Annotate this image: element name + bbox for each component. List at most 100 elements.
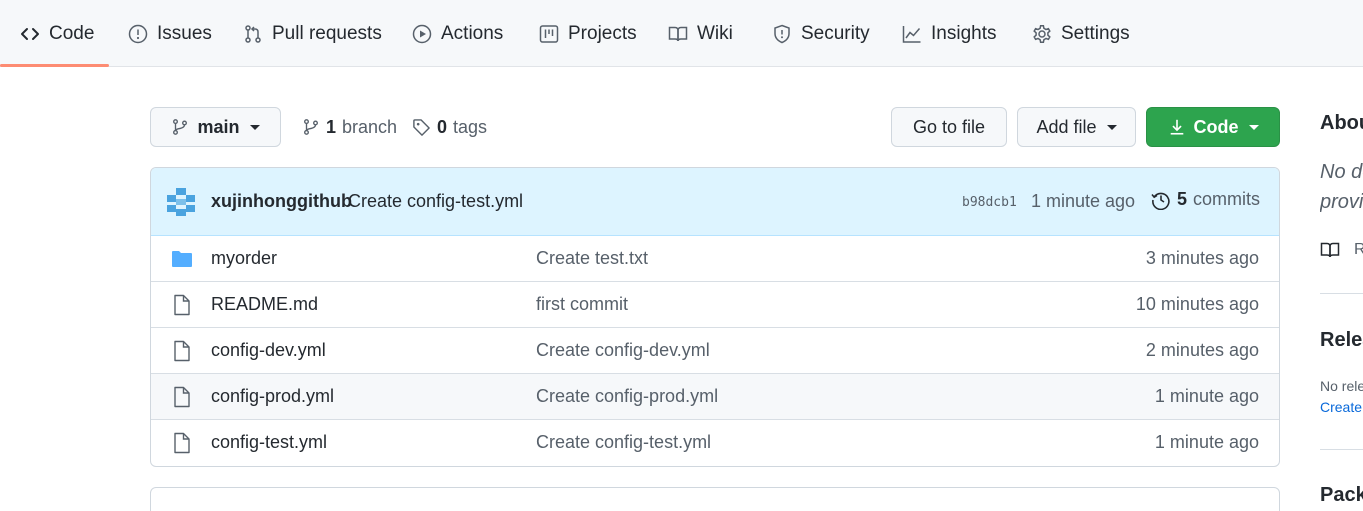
branch-count: 1 [326, 116, 337, 137]
add-file-button[interactable]: Add file [1017, 107, 1136, 147]
file-list-box: xujinhonggithub Create config-test.yml b… [150, 167, 1280, 467]
pull-request-icon [245, 24, 261, 43]
file-name[interactable]: config-test.yml [211, 432, 327, 453]
tags-link[interactable]: 0 tags [412, 112, 487, 142]
code-clone-button[interactable]: Code [1146, 107, 1280, 147]
tab-label: Projects [568, 22, 637, 44]
commit-time: 1 minute ago [1031, 191, 1136, 211]
add-file-label: Add file [1036, 116, 1097, 137]
readme-link-label: R [1354, 241, 1363, 258]
tab-actions[interactable]: Actions [412, 0, 503, 67]
file-icon [174, 294, 190, 316]
tab-code[interactable]: Code [20, 0, 94, 67]
tab-label: Code [49, 22, 95, 44]
download-icon [1170, 119, 1183, 135]
tab-insights[interactable]: Insights [902, 0, 996, 67]
file-name[interactable]: config-prod.yml [211, 386, 334, 407]
divider [1320, 449, 1363, 450]
file-commit-message[interactable]: Create config-dev.yml [536, 340, 710, 361]
selected-tab-underline [0, 64, 109, 67]
create-release-link[interactable]: Create [1320, 399, 1362, 415]
folder-icon [172, 251, 192, 267]
git-branch-icon [173, 119, 188, 135]
commits-history-link[interactable]: 5 commits [1151, 189, 1260, 210]
tag-icon [413, 118, 430, 136]
branch-word: branch [342, 116, 398, 137]
file-commit-message[interactable]: Create config-test.yml [536, 432, 711, 453]
tab-label: Security [801, 22, 870, 44]
file-row[interactable]: config-prod.yml Create config-prod.yml 1… [151, 373, 1279, 419]
tab-label: Settings [1061, 22, 1130, 44]
tab-pull-requests[interactable]: Pull requests [243, 0, 382, 67]
tab-wiki[interactable]: Wiki [668, 0, 733, 67]
repo-sidebar: Abou No de provi R Relea No rele Create … [1320, 0, 1363, 511]
tab-label: Pull requests [272, 22, 382, 44]
tab-label: Insights [931, 22, 997, 44]
chevron-down-icon [1248, 124, 1259, 130]
tab-label: Actions [441, 22, 504, 44]
file-icon [174, 340, 190, 362]
tab-label: Wiki [697, 22, 733, 44]
file-row[interactable]: myorder Create test.txt 3 minutes ago [151, 236, 1279, 282]
shield-icon [774, 24, 790, 43]
file-commit-time: 1 minute ago [1154, 432, 1259, 452]
file-commit-time: 10 minutes ago [1135, 294, 1259, 314]
file-row[interactable]: config-test.yml Create config-test.yml 1… [151, 419, 1279, 465]
chevron-down-icon [249, 124, 260, 130]
code-icon [21, 27, 39, 40]
history-icon [1151, 192, 1170, 210]
file-row[interactable]: config-dev.yml Create config-dev.yml 2 m… [151, 327, 1279, 373]
file-commit-time: 1 minute ago [1154, 386, 1259, 406]
tab-security[interactable]: Security [772, 0, 870, 67]
readme-box [150, 487, 1280, 511]
file-icon [174, 386, 190, 408]
about-heading: Abou [1320, 112, 1363, 134]
about-description: No de [1320, 161, 1363, 183]
avatar[interactable] [167, 188, 195, 216]
play-icon [412, 24, 432, 43]
file-name[interactable]: README.md [211, 294, 318, 315]
branch-select-button[interactable]: main [150, 107, 281, 147]
commit-word: commits [1193, 189, 1261, 209]
readme-link[interactable]: R [1320, 240, 1363, 260]
commit-author[interactable]: xujinhonggithub [211, 191, 352, 212]
commit-message[interactable]: Create config-test.yml [348, 191, 523, 212]
branch-name: main [197, 116, 240, 137]
tag-word: tags [453, 116, 488, 137]
file-icon [174, 432, 190, 454]
tab-settings[interactable]: Settings [1032, 0, 1130, 67]
tab-projects[interactable]: Projects [539, 0, 637, 67]
project-icon [539, 24, 559, 43]
issue-icon [128, 24, 148, 43]
git-branch-icon [304, 119, 318, 135]
tab-issues[interactable]: Issues [128, 0, 212, 67]
commit-sha[interactable]: b98dcb1 [962, 195, 1017, 210]
packages-heading[interactable]: Packa [1320, 484, 1363, 507]
gear-icon [1033, 24, 1051, 43]
commit-count: 5 [1177, 189, 1188, 209]
releases-heading[interactable]: Relea [1320, 329, 1363, 352]
book-icon [1320, 242, 1340, 258]
about-description-line2: provi [1320, 191, 1363, 213]
chevron-down-icon [1106, 124, 1117, 130]
go-to-file-button[interactable]: Go to file [891, 107, 1007, 147]
file-row[interactable]: README.md first commit 10 minutes ago [151, 281, 1279, 327]
tag-count: 0 [437, 116, 448, 137]
file-commit-time: 3 minutes ago [1145, 248, 1259, 268]
branches-link[interactable]: 1 branch [302, 112, 397, 142]
file-commit-message[interactable]: Create test.txt [536, 248, 648, 269]
repo-tab-nav: Code Issues Pull requests Actions Projec… [0, 0, 1363, 67]
file-commit-time: 2 minutes ago [1145, 340, 1259, 360]
tab-label: Issues [157, 22, 212, 44]
file-name[interactable]: config-dev.yml [211, 340, 326, 361]
go-to-file-label: Go to file [912, 116, 986, 137]
code-button-label: Code [1193, 116, 1239, 137]
file-commit-message[interactable]: first commit [536, 294, 628, 315]
releases-empty-text: No rele [1320, 378, 1363, 394]
latest-commit-bar: xujinhonggithub Create config-test.yml b… [151, 168, 1279, 236]
file-commit-message[interactable]: Create config-prod.yml [536, 386, 718, 407]
file-name[interactable]: myorder [211, 248, 277, 269]
divider [1320, 293, 1363, 294]
book-icon [668, 26, 688, 41]
graph-icon [902, 25, 921, 43]
